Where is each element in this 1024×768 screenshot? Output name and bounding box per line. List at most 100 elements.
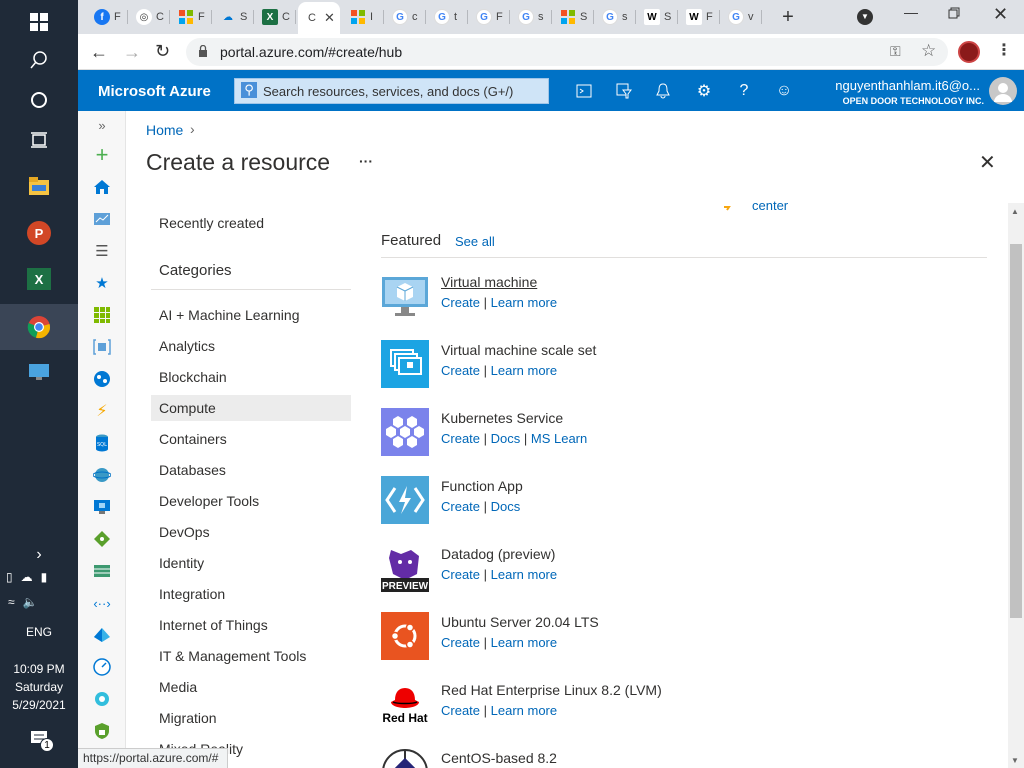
create-link[interactable]: Create [441,363,480,378]
kubernetes-icon[interactable] [381,408,429,456]
scroll-up-icon[interactable]: ▲ [1011,207,1019,216]
azure-search-input[interactable]: ⚲ Search resources, services, and docs (… [234,78,549,104]
browser-tab[interactable]: fF [88,4,128,30]
featured-item-title[interactable]: Red Hat Enterprise Linux 8.2 (LVM) [441,682,662,698]
language-indicator[interactable]: ENG [0,623,78,641]
category-item[interactable]: Blockchain [151,364,351,390]
gear-icon[interactable]: ⚙ [692,79,716,103]
scrollbar-thumb[interactable] [1010,244,1022,618]
volume-icon[interactable]: 🔈 [23,595,38,613]
all-resources-icon[interactable] [91,304,113,326]
url-text[interactable]: portal.azure.com/#create/hub [220,44,402,60]
load-balancer-icon[interactable] [91,528,113,550]
expand-nav-icon[interactable]: » [91,114,113,136]
recently-created[interactable]: Recently created [159,215,264,231]
category-item[interactable]: Developer Tools [151,488,351,514]
category-item[interactable]: Internet of Things [151,612,351,638]
docs-link[interactable]: Docs [491,431,521,446]
learn-more-link[interactable]: Learn more [491,363,557,378]
security-center-icon[interactable] [91,720,113,742]
forward-icon[interactable]: → [123,42,141,63]
browser-tab[interactable]: WS [638,4,678,30]
user-email[interactable]: nguyenthanhlam.it6@o... [835,78,980,93]
datadog-icon[interactable]: PREVIEW [381,544,429,592]
key-icon[interactable]: ⚿ [890,43,901,60]
function-app-icon[interactable]: ⚡ [91,400,113,422]
close-window-icon[interactable]: ✕ [993,4,1009,24]
category-item[interactable]: Compute [151,395,351,421]
featured-item-title[interactable]: Virtual machine scale set [441,342,596,358]
virtual-machines-icon[interactable] [91,496,113,518]
sql-database-icon[interactable]: SQL [91,432,113,454]
vmss-icon[interactable] [381,340,429,388]
virtual-networks-icon[interactable]: ‹··› [91,592,113,614]
learn-more-link[interactable]: Learn more [491,635,557,650]
directory-filter-icon[interactable] [612,79,636,103]
see-all-link[interactable]: See all [455,234,495,249]
category-item[interactable]: Containers [151,426,351,452]
featured-item-title[interactable]: Function App [441,478,523,494]
vm-icon[interactable] [381,272,429,320]
file-explorer-icon[interactable] [0,164,78,208]
featured-item-title[interactable]: Virtual machine [441,274,537,290]
category-item[interactable]: IT & Management Tools [151,643,351,669]
browser-tab[interactable]: GF [470,4,510,30]
category-item[interactable]: Media [151,674,351,700]
advisor-icon[interactable] [91,688,113,710]
resource-groups-icon[interactable] [91,336,113,358]
app-services-icon[interactable] [91,368,113,390]
browser-tab[interactable]: ◎ C [130,4,170,30]
clock-time[interactable]: 10:09 PM [0,660,78,678]
phone-icon[interactable]: ▯ [6,570,13,588]
excel-icon[interactable]: X [0,257,78,301]
minimize-icon[interactable]: — [904,4,920,24]
create-resource-icon[interactable]: + [91,142,113,167]
featured-item-title[interactable]: Datadog (preview) [441,546,555,562]
category-item[interactable]: Migration [151,705,351,731]
browser-tab[interactable]: Gs [512,4,552,30]
learn-more-link[interactable]: Learn more [491,703,557,718]
create-link[interactable]: Create [441,635,480,650]
remote-desktop-icon[interactable] [0,350,78,394]
featured-item-title[interactable]: Ubuntu Server 20.04 LTS [441,614,599,630]
menu-icon[interactable]: ⋮ [996,40,1012,60]
close-tab-icon[interactable]: ✕ [324,10,335,26]
battery-icon[interactable]: ▮ [41,570,48,588]
category-item[interactable]: AI + Machine Learning [151,302,351,328]
powerpoint-icon[interactable]: P [0,211,78,255]
docs-link[interactable]: Docs [491,499,521,514]
task-view-icon[interactable] [0,118,78,162]
cortana-icon[interactable] [0,78,78,122]
create-link[interactable]: Create [441,499,480,514]
category-item[interactable]: Analytics [151,333,351,359]
all-services-icon[interactable]: ☰ [91,240,113,262]
browser-tab[interactable]: Gs [596,4,636,30]
featured-item-title[interactable]: CentOS-based 8.2 [441,750,557,766]
create-link[interactable]: Create [441,431,480,446]
search-icon[interactable] [0,38,78,82]
scroll-down-icon[interactable]: ▼ [1011,756,1019,765]
azure-brand[interactable]: Microsoft Azure [98,83,211,100]
back-icon[interactable]: ← [90,42,108,63]
browser-tab[interactable]: C ✕ [298,2,340,34]
learn-more-link[interactable]: Learn more [491,295,557,310]
home-icon[interactable] [91,176,113,198]
ms-learn-link[interactable]: MS Learn [531,431,587,446]
more-options-icon[interactable]: ··· [359,153,373,169]
reload-icon[interactable]: ↻ [155,41,170,62]
function-icon[interactable] [381,476,429,524]
category-item[interactable]: DevOps [151,519,351,545]
dashboard-icon[interactable] [91,208,113,230]
profile-avatar[interactable] [958,41,980,63]
breadcrumb-home[interactable]: Home [146,122,183,138]
storage-accounts-icon[interactable] [91,560,113,582]
create-link[interactable]: Create [441,295,480,310]
wifi-icon[interactable]: ≈ [8,595,15,613]
cloud-shell-icon[interactable] [572,79,596,103]
category-item[interactable]: Databases [151,457,351,483]
browser-tab[interactable]: ☁ S [214,4,254,30]
azure-ad-icon[interactable] [91,624,113,646]
onedrive-icon[interactable]: ☁ [21,570,33,588]
tab-search-icon[interactable]: ▼ [857,9,873,25]
create-link[interactable]: Create [441,703,480,718]
